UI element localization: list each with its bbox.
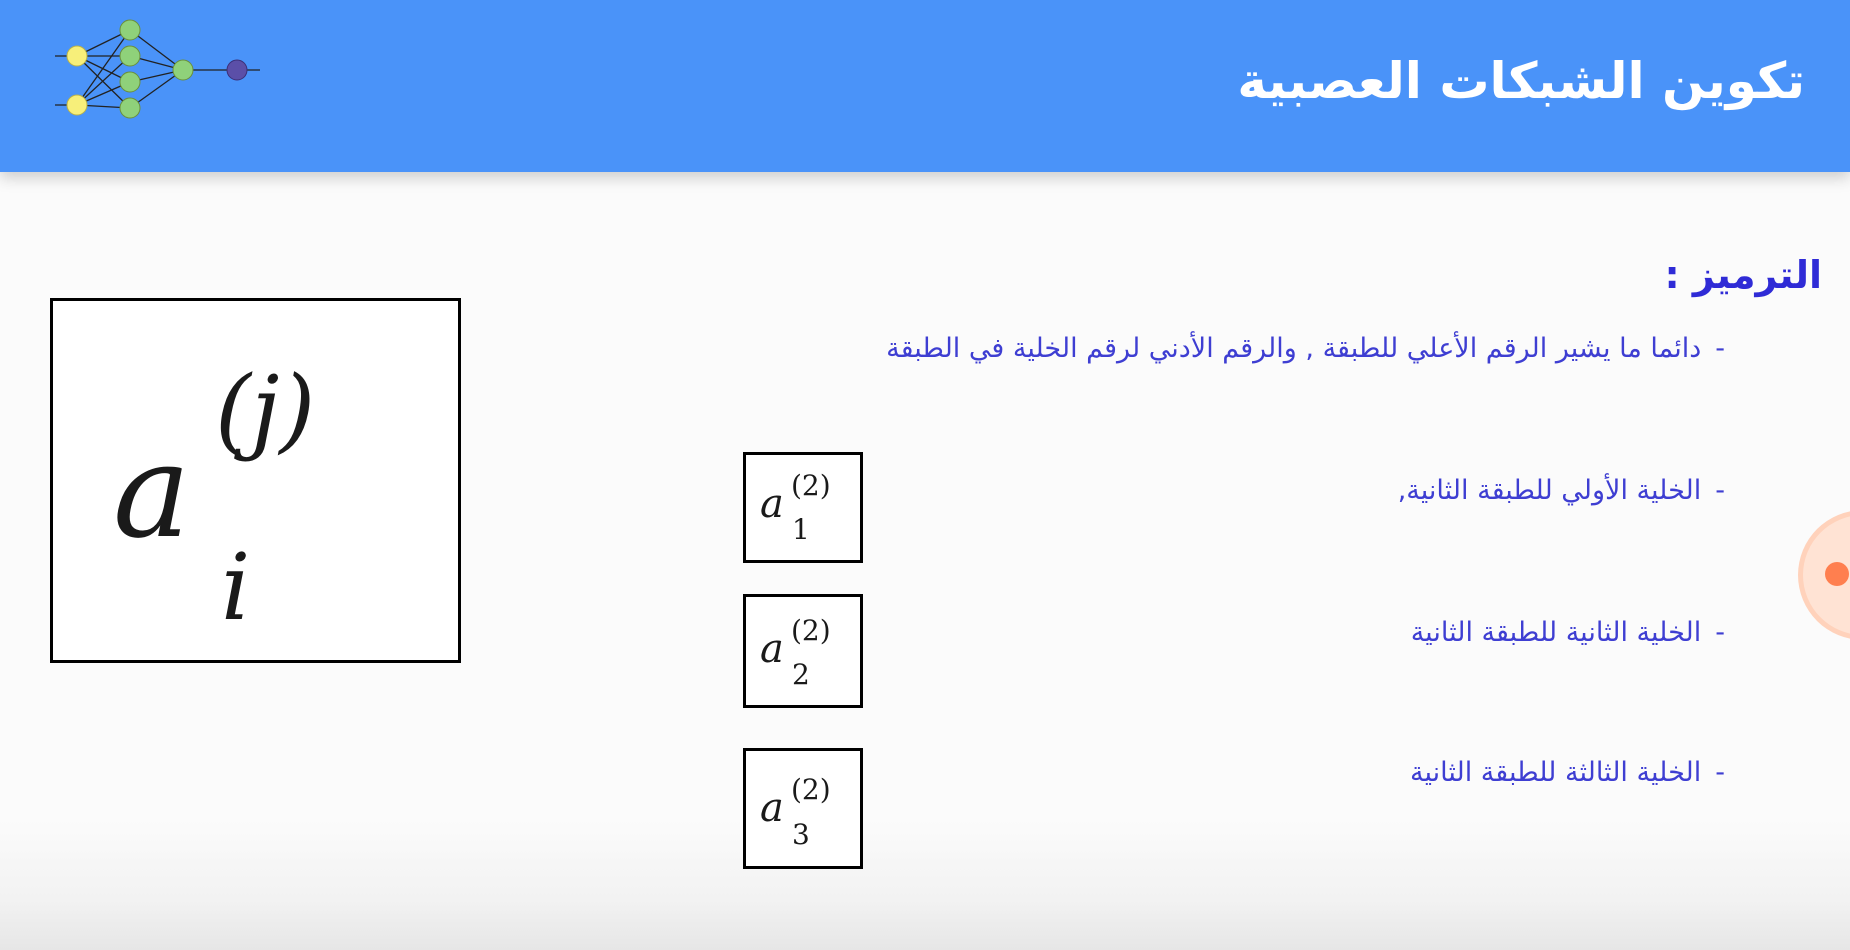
- header-bar: تكوين الشبكات العصبية: [0, 0, 1850, 172]
- notation-superscript: (j): [215, 356, 315, 463]
- example-notation-box-2: a (2) 2: [743, 594, 863, 708]
- bullet-dash: -: [1715, 475, 1725, 506]
- example-formula-2: a (2) 2: [760, 614, 831, 691]
- general-notation-formula: a (j) i: [113, 356, 315, 641]
- example-superscript: (2): [791, 614, 831, 647]
- section-heading: الترميز :: [1664, 253, 1822, 297]
- example-subscript: 2: [792, 658, 810, 691]
- bullet-notation-rule: -دائما ما يشير الرقم الأعلي للطبقة , وال…: [886, 333, 1725, 364]
- notation-subscript: i: [221, 534, 250, 641]
- slide-title: تكوين الشبكات العصبية: [1237, 52, 1805, 110]
- example-formula-3: a (2) 3: [760, 773, 831, 851]
- example-subscript: 3: [792, 818, 810, 851]
- example-base: a: [760, 481, 784, 527]
- example-base: a: [760, 785, 784, 831]
- example-notation-box-1: a (2) 1: [743, 452, 863, 563]
- bullet-first-neuron: -الخلية الأولي للطبقة الثانية,: [1398, 475, 1725, 506]
- bullet-third-neuron: -الخلية الثالثة للطبقة الثانية: [1410, 757, 1725, 788]
- bullet-second-neuron: -الخلية الثانية للطبقة الثانية: [1411, 617, 1725, 648]
- example-superscript: (2): [791, 469, 831, 502]
- bullet-dash: -: [1715, 333, 1725, 364]
- bullet-text: دائما ما يشير الرقم الأعلي للطبقة , والر…: [886, 333, 1702, 364]
- bullet-dash: -: [1715, 617, 1725, 648]
- example-formula-1: a (2) 1: [760, 469, 831, 546]
- example-base: a: [760, 626, 784, 672]
- bullet-text: الخلية الثالثة للطبقة الثانية: [1409, 757, 1702, 788]
- record-dot-icon: [1825, 562, 1849, 586]
- example-notation-box-3: a (2) 3: [743, 748, 863, 869]
- general-notation-box: a (j) i: [50, 298, 461, 663]
- example-superscript: (2): [791, 773, 831, 806]
- side-record-button[interactable]: [1803, 515, 1850, 635]
- notation-base: a: [113, 415, 191, 567]
- bullet-dash: -: [1715, 757, 1725, 788]
- example-subscript: 1: [792, 513, 810, 546]
- bullet-text: الخلية الثانية للطبقة الثانية: [1410, 617, 1702, 648]
- bullet-text: الخلية الأولي للطبقة الثانية,: [1397, 475, 1702, 506]
- neural-network-icon: [55, 19, 260, 119]
- slide: تكوين الشبكات العصبية الترميز : -دائما م…: [0, 0, 1850, 950]
